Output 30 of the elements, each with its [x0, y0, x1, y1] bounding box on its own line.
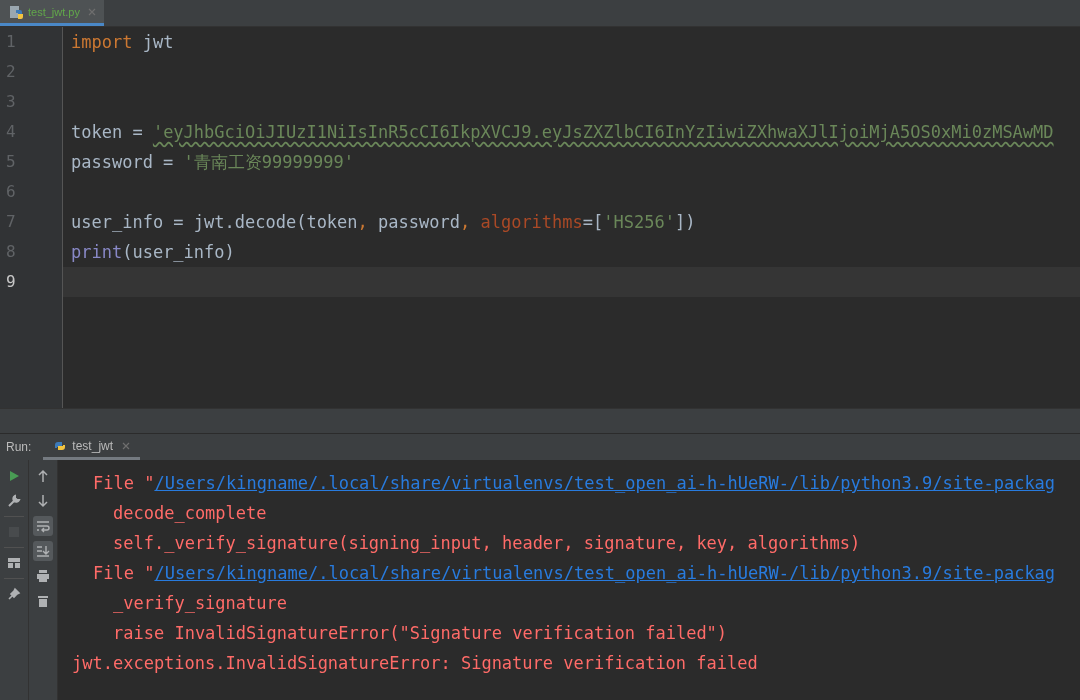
printer-icon — [36, 569, 50, 583]
play-icon — [7, 469, 21, 483]
code-line: print(user_info) — [70, 241, 236, 264]
console-text: raise InvalidSignatureError("Signature verification failed") — [113, 623, 728, 643]
console-text: File " — [93, 563, 155, 583]
file-tab[interactable]: test_jwt.py — [0, 0, 104, 26]
wrench-icon — [7, 494, 21, 508]
console-text: decode_complete — [113, 503, 267, 523]
code-line: user_info = jwt.decode(token, password, algorithms=['HS256']) — [70, 211, 697, 234]
pin-icon — [7, 587, 21, 601]
code-line: password = '青南工资99999999' — [70, 151, 355, 174]
console-text: File " — [93, 473, 155, 493]
console-text: self._verify_signature(signing_input, header, signature, key, algorithms) — [113, 533, 861, 553]
up-arrow-icon — [36, 469, 50, 483]
wrap-button[interactable] — [33, 516, 53, 536]
line-number: 9 — [5, 271, 17, 293]
code-line: token = 'eyJhbGciOiJIUzI1NiIsInR5cCI6IkpXVCJ9.eyJsZXZlbCI6InYzIiwiZXhwaXJlIjoiMjA5OS0xMi0zMSAwMD — [70, 121, 1055, 144]
trash-icon — [36, 594, 50, 608]
console-text: _verify_signature — [113, 593, 287, 613]
python-file-icon — [10, 4, 24, 19]
file-path-link[interactable]: /Users/kingname/.local/share/virtualenvs/test_open_ai-h-hUeRW-/lib/python3.9/site-packag — [154, 473, 1056, 493]
code-line: import jwt — [70, 31, 175, 54]
scroll-to-end-icon — [36, 544, 50, 558]
down-arrow-icon — [36, 494, 50, 508]
run-label: Run: — [5, 440, 33, 454]
scroll-end-button[interactable] — [33, 541, 53, 561]
console-text: jwt.exceptions.InvalidSignatureError: Signature verification failed — [72, 653, 758, 673]
file-path-link[interactable]: /Users/kingname/.local/share/virtualenvs/test_open_ai-h-hUeRW-/lib/python3.9/site-packag — [154, 563, 1056, 583]
wrap-icon — [36, 519, 50, 533]
layout-icon — [7, 556, 21, 570]
